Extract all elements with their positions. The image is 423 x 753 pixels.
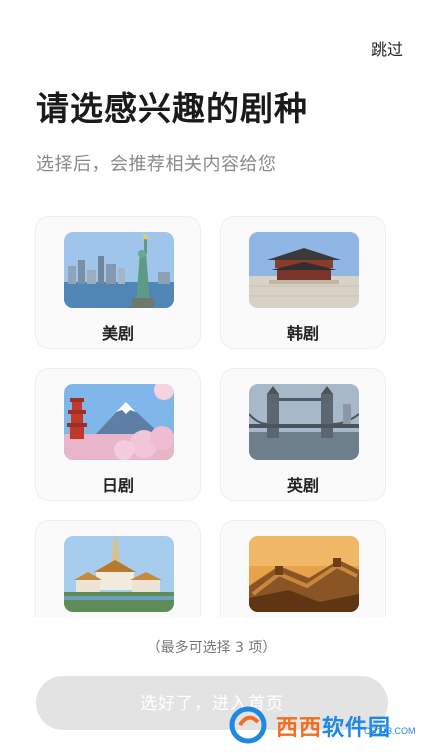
page-subtitle: 选择后，会推荐相关内容给您 [36, 154, 277, 175]
category-card-japan[interactable]: 日剧 [35, 368, 201, 501]
watermark-logo: 西西软件园 CR173.COM [226, 704, 416, 744]
selection-limit-note: （最多可选择 3 项） [146, 640, 277, 656]
tower-bridge-image [249, 384, 359, 460]
watermark-url: CR173.COM [364, 726, 416, 736]
category-grid: 美剧 韩剧 日剧 英剧 [0, 214, 423, 617]
watermark-text-a: 西西 [276, 715, 323, 740]
page-title: 请选感兴趣的剧种 [36, 89, 308, 128]
category-card-korea[interactable]: 韩剧 [220, 216, 386, 349]
mount-fuji-image [64, 384, 174, 460]
category-label: 美剧 [101, 324, 134, 343]
category-label: 英剧 [286, 476, 319, 495]
category-card-thailand[interactable] [35, 520, 201, 617]
category-card-china[interactable] [220, 520, 386, 617]
thai-temple-image [64, 536, 174, 612]
category-card-uk[interactable]: 英剧 [220, 368, 386, 501]
korean-palace-image [249, 232, 359, 308]
statue-of-liberty-image [64, 232, 174, 308]
category-label: 韩剧 [286, 324, 319, 343]
category-card-us[interactable]: 美剧 [35, 216, 201, 349]
skip-button[interactable]: 跳过 [371, 36, 403, 60]
great-wall-image [249, 536, 359, 612]
category-label: 日剧 [101, 476, 134, 495]
